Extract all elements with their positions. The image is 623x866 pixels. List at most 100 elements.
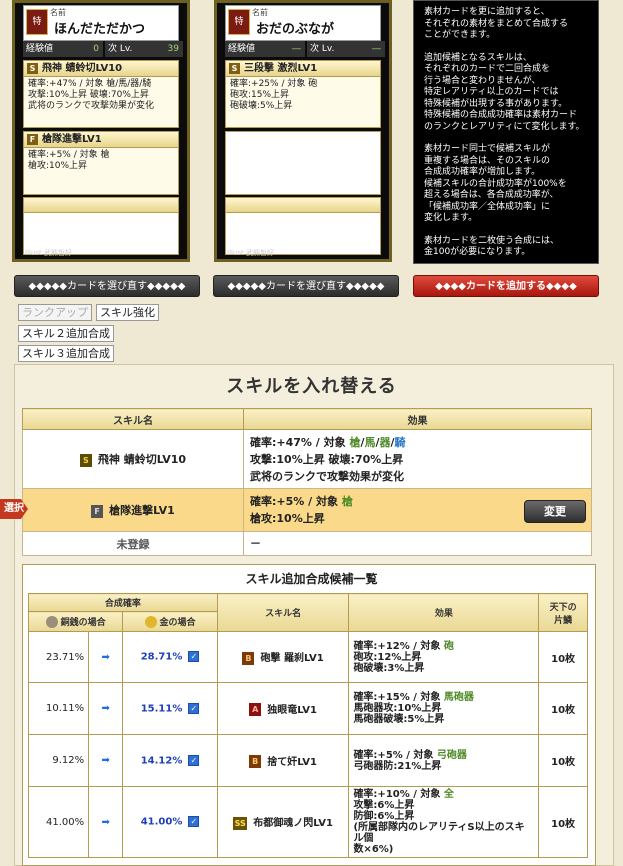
count: 10枚 xyxy=(538,631,588,683)
candidate-table: 合成確率 スキル名 効果 天下の 片鱗 銅銭の場合 金の場合 23.71% ➡ … xyxy=(27,593,588,858)
target-tag: 馬 xyxy=(364,435,376,449)
skill2-add-button[interactable]: スキル２追加合成 xyxy=(18,325,114,342)
card-skill-1: S 飛神 蜻蛉切LV10 確率:+47% / 対象 槍/馬/器/騎 攻撃:10%上… xyxy=(23,60,179,128)
reselect-card-2-button[interactable]: ◆◆◆◆◆カードを選び直す◆◆◆◆◆ xyxy=(213,275,399,297)
effect-line: 数×6%) xyxy=(353,844,394,855)
effect-line: 確率:+10% / 対象 xyxy=(353,789,444,800)
illust-credit: Illust 武熊哲好 xyxy=(25,249,73,257)
info-paragraph: 追加候補となるスキルは、 それぞれのカードで二回合成を 行う場合と変わりませんが… xyxy=(424,52,585,132)
count: 10枚 xyxy=(538,734,588,787)
rank-f-icon: F xyxy=(27,134,38,145)
crest-icon: 特 xyxy=(228,9,250,35)
next-level-value: ― xyxy=(372,44,381,54)
count: 10枚 xyxy=(538,682,588,735)
skill-up-button[interactable]: スキル強化 xyxy=(96,304,159,321)
effect-line: 確率:+5% / 対象 xyxy=(250,495,342,508)
rank-s-icon: S xyxy=(27,63,38,74)
col-skill-name: スキル名 xyxy=(22,408,244,430)
effect-line: 砲攻:12%上昇 xyxy=(353,651,422,663)
checkbox[interactable]: ✓ xyxy=(188,702,200,714)
empty-skill-slot xyxy=(23,197,179,213)
target-tag: 馬砲器 xyxy=(443,692,474,703)
effect-line: 確率:+12% / 対象 xyxy=(353,640,444,652)
effect-line: 攻撃:6%上昇 xyxy=(353,800,415,811)
arrow-right-icon: ➡ xyxy=(88,734,124,787)
rate-silver: 23.71% xyxy=(27,631,90,683)
card-name: おだのぶなが xyxy=(256,22,335,37)
target-tag: 全 xyxy=(443,789,454,800)
rate-gold: 15.11% xyxy=(140,703,183,715)
arrow-right-icon: ➡ xyxy=(88,682,124,735)
empty-skill-slot xyxy=(225,197,381,213)
gold-coin-icon xyxy=(144,616,157,629)
checkbox[interactable]: ✓ xyxy=(188,651,200,663)
rate-gold: 14.12% xyxy=(140,755,183,767)
xp-value: ― xyxy=(292,44,301,54)
current-skills-table: スキル名 効果 S 飛神 蜻蛉切LV10 確率:+47% / 対象 槍/馬/器/騎… xyxy=(22,408,592,556)
col-gold: 金の場合 xyxy=(159,617,196,628)
table-row[interactable]: S 飛神 蜻蛉切LV10 確率:+47% / 対象 槍/馬/器/騎 攻撃:10%上… xyxy=(22,429,592,489)
rank-f-icon: F xyxy=(91,504,104,518)
change-button[interactable]: 変更 xyxy=(524,500,586,523)
rank-s-icon: S xyxy=(229,63,240,74)
rank-b-icon: B xyxy=(249,755,262,769)
table-row[interactable]: 23.71% ➡ 28.71% ✓ B 砲撃 羅刹LV1 確率:+12% / 対象 … xyxy=(27,631,588,683)
skill-name: 未登録 xyxy=(22,531,244,556)
illust-credit: Illust 武熊哲好 xyxy=(227,249,275,257)
col-skill-name: スキル名 xyxy=(216,593,350,632)
next-level-value: 39 xyxy=(167,44,179,54)
material-card-2: 特 名前 おだのぶなが 経験値 ― 次 Lv. ― S 三段撃 激烈LV1 確率:… xyxy=(214,0,392,262)
rank-up-button[interactable]: ランクアップ xyxy=(18,304,92,321)
xp-row: 経験値 0 次 Lv. 39 xyxy=(23,41,183,57)
target-tag: 槍 xyxy=(341,495,353,508)
info-paragraph: 素材カードを更に追加すると、 それぞれの素材をまとめて合成する ことができます。 xyxy=(424,7,569,40)
table-row[interactable]: 10.11% ➡ 15.11% ✓ A 独眼竜LV1 確率:+15% / 対象 馬砲… xyxy=(27,682,588,735)
skill-line: 武将のランクで攻撃効果が変化 xyxy=(28,101,155,111)
arrow-right-icon: ➡ xyxy=(88,631,124,683)
card-name-box: 特 名前 おだのぶなが xyxy=(225,5,381,41)
skill-line: 確率:+25% / 対象 砲 xyxy=(230,79,318,89)
col-rate: 合成確率 xyxy=(28,593,218,612)
target-tag: 器 xyxy=(379,435,391,449)
table-row-selected[interactable]: F 槍隊進撃LV1 確率:+5% / 対象 槍 槍攻:10%上昇 xyxy=(22,488,592,532)
table-row[interactable]: 未登録 － xyxy=(22,531,592,556)
effect-line: 武将のランクで攻撃効果が変化 xyxy=(250,469,404,483)
skill3-add-button[interactable]: スキル３追加合成 xyxy=(18,345,114,362)
rate-silver: 9.12% xyxy=(27,734,90,787)
effect-line: 確率:+47% / 対象 xyxy=(250,435,350,449)
col-effect: 効果 xyxy=(348,593,540,632)
effect-line: － xyxy=(243,531,592,556)
card-skill-1: S 三段撃 激烈LV1 確率:+25% / 対象 砲 砲攻:15%上昇 砲破壊:5… xyxy=(225,60,381,128)
name-label: 名前 xyxy=(252,8,268,17)
target-tag: 砲 xyxy=(443,640,454,652)
empty-skill-body xyxy=(225,131,381,195)
skill-name: 捨て奸LV1 xyxy=(267,756,317,768)
rank-ss-icon: SS xyxy=(233,816,248,830)
candidate-title: スキル追加合成候補一覧 xyxy=(245,572,378,586)
skill-name: 独眼竜LV1 xyxy=(267,704,317,716)
skill-line: 砲破壊:5%上昇 xyxy=(230,101,293,111)
table-row[interactable]: 41.00% ➡ 41.00% ✓ SS 布都御魂ノ閃LV1 確率:+10% / 対… xyxy=(27,786,588,858)
checkbox[interactable]: ✓ xyxy=(188,754,200,766)
reselect-card-1-button[interactable]: ◆◆◆◆◆カードを選び直す◆◆◆◆◆ xyxy=(14,275,200,297)
table-row[interactable]: 9.12% ➡ 14.12% ✓ B 捨て奸LV1 確率:+5% / 対象 弓砲器 … xyxy=(27,734,588,787)
count: 10枚 xyxy=(538,786,588,858)
effect-line: 弓砲器防:21%上昇 xyxy=(353,760,442,772)
add-card-button[interactable]: ◆◆◆◆カードを追加する◆◆◆◆ xyxy=(413,275,599,297)
copper-coin-icon xyxy=(45,616,58,629)
skill-name: 布都御魂ノ閃LV1 xyxy=(253,818,333,830)
rate-silver: 41.00% xyxy=(27,786,90,858)
checkbox[interactable]: ✓ xyxy=(188,816,200,828)
name-label: 名前 xyxy=(50,8,66,17)
skill-line: 確率:+47% / 対象 槍/馬/器/騎 xyxy=(28,79,152,89)
rate-gold: 28.71% xyxy=(140,651,183,663)
target-tag: 弓砲器 xyxy=(436,749,467,761)
col-effect: 効果 xyxy=(243,408,592,430)
info-paragraph: 素材カードを二枚使う合成には、 金100が必要になります。 xyxy=(424,235,560,258)
info-panel: 素材カードを更に追加すると、 それぞれの素材をまとめて合成する ことができます。… xyxy=(413,0,599,264)
skill-name: 槍隊進撃LV1 xyxy=(42,134,102,145)
skill-name: 槍隊進撃LV1 xyxy=(109,504,175,517)
info-paragraph: 素材カード同士で候補スキルが 重複する場合は、そのスキルの 合成成功確率が増加し… xyxy=(424,144,567,223)
effect-line: 防御:6%上昇 xyxy=(353,811,415,822)
effect-line: 馬砲器破壊:5%上昇 xyxy=(353,714,445,725)
